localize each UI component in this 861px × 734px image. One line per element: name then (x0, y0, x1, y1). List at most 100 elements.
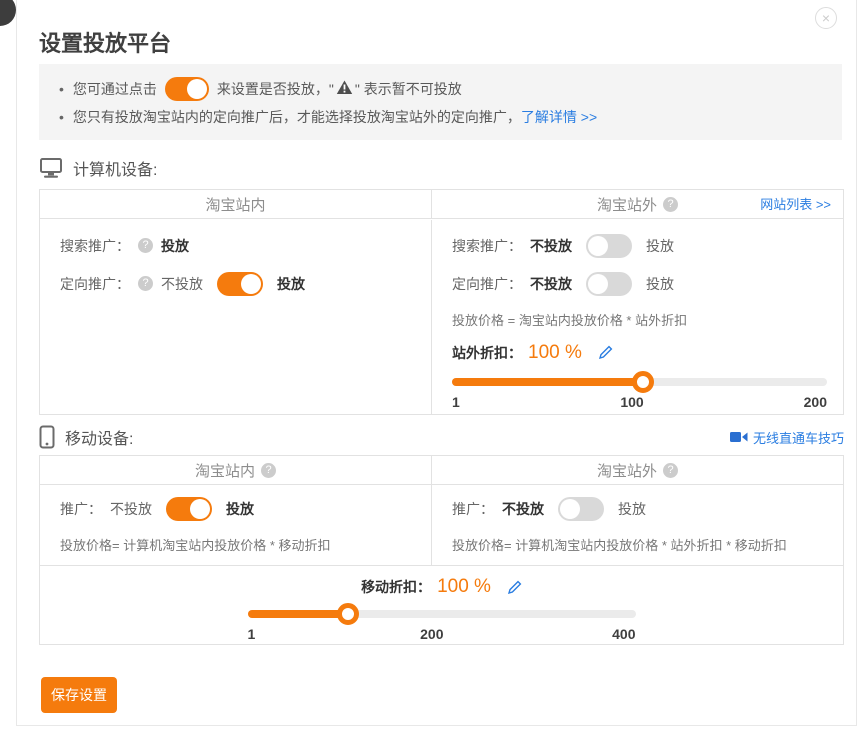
notice1-prefix: 您可通过点击 (73, 79, 157, 99)
site-list-link[interactable]: 网站列表 >> (760, 190, 831, 219)
computer-offsite-header: 淘宝站外 ? 网站列表 >> (432, 190, 843, 219)
notice-line-2: • 您只有投放淘宝站内的定向推广后，才能选择投放淘宝站外的定向推广， 了解详情 … (53, 104, 826, 130)
mobile-discount-value: 100 % (437, 576, 491, 598)
notice-line-1: • 您可通过点击 来设置是否投放，" " 表示暂不可投放 (53, 74, 826, 104)
help-icon[interactable]: ? (138, 238, 153, 253)
screen: 设置投放平台 × • 您可通过点击 来设置是否投放，" " 表示暂不可投放 • … (0, 0, 861, 734)
computer-table: 淘宝站内 淘宝站外 ? 网站列表 >> 搜索推广： ? 投放 定向推广： ? 不… (39, 189, 844, 415)
slider-fill (452, 378, 643, 386)
offsite-discount-value: 100 % (528, 342, 582, 364)
computer-icon (39, 157, 63, 179)
slider-track[interactable] (452, 378, 827, 386)
mobile-discount-label: 移动折扣： (361, 577, 431, 597)
mobile-table: 淘宝站内 ? 淘宝站外 ? 推广： 不投放 投放 投放价格= 计算机淘宝站内投放… (39, 455, 844, 645)
page-title: 设置投放平台 (39, 26, 171, 58)
promo-label: 推广： (452, 499, 494, 519)
scale-min: 1 (248, 626, 256, 642)
notice2-text: 您只有投放淘宝站内的定向推广后，才能选择投放淘宝站外的定向推广， (73, 107, 521, 127)
computer-offsite-target-toggle[interactable] (586, 272, 632, 296)
computer-heading-label: 计算机设备: (73, 156, 157, 180)
scale-min: 1 (452, 394, 460, 410)
mobile-discount-row: 移动折扣： 100 % 1 200 400 (40, 565, 843, 646)
wireless-tips-link[interactable]: 无线直通车技巧 (730, 428, 844, 447)
promo-off-label: 不投放 (502, 499, 544, 519)
promo-on-label: 投放 (618, 499, 646, 519)
notice1-suffix: " 表示暂不可投放 (355, 79, 462, 99)
mobile-onsite-promo-toggle[interactable] (166, 497, 212, 521)
header-label: 淘宝站内 (205, 194, 265, 215)
help-icon[interactable]: ? (261, 463, 276, 478)
offsite-discount-slider: 1 100 200 (452, 378, 827, 414)
mobile-onsite-promo-row: 推广： 不投放 投放 (60, 497, 415, 521)
computer-offsite-search-toggle[interactable] (586, 234, 632, 258)
mobile-icon (39, 425, 55, 449)
slider-scale: 1 200 400 (248, 626, 636, 646)
warning-icon (336, 80, 353, 98)
mobile-onsite-header: 淘宝站内 ? (40, 456, 432, 485)
bullet-icon: • (59, 109, 64, 125)
slider-handle[interactable] (632, 371, 654, 393)
edit-pencil-icon[interactable] (598, 345, 613, 360)
toggle-knob (588, 236, 608, 256)
search-on-label: 投放 (646, 236, 674, 256)
set-platform-dialog: 设置投放平台 × • 您可通过点击 来设置是否投放，" " 表示暂不可投放 • … (16, 0, 857, 726)
computer-section-heading: 计算机设备: (39, 156, 157, 180)
mobile-offsite-header: 淘宝站外 ? (432, 456, 843, 485)
header-label: 淘宝站内 (195, 460, 255, 481)
computer-onsite-header: 淘宝站内 (40, 190, 432, 219)
target-promo-label: 定向推广： (60, 274, 130, 294)
search-promo-label: 搜索推广： (60, 236, 130, 256)
onsite-search-row: 搜索推广： ? 投放 (60, 234, 415, 258)
promo-label: 推广： (60, 499, 102, 519)
edit-pencil-icon[interactable] (507, 580, 522, 595)
save-settings-button[interactable]: 保存设置 (41, 677, 117, 713)
computer-onsite-target-toggle[interactable] (217, 272, 263, 296)
target-off-label: 不投放 (530, 274, 572, 294)
mobile-offsite-promo-row: 推广： 不投放 投放 (452, 497, 827, 521)
header-label: 淘宝站外 (597, 460, 657, 481)
promo-off-label: 不投放 (110, 499, 152, 519)
search-off-label: 不投放 (530, 236, 572, 256)
bullet-icon: • (59, 81, 64, 97)
learn-more-link[interactable]: 了解详情 >> (521, 107, 597, 127)
toggle-knob (241, 274, 261, 294)
offsite-discount-line: 站外折扣： 100 % (452, 340, 827, 366)
notice1-middle: 来设置是否投放，" (217, 79, 334, 99)
close-icon[interactable]: × (815, 7, 837, 29)
scale-max: 400 (612, 626, 635, 642)
mobile-offsite-formula: 投放价格= 计算机淘宝站内投放价格 * 站外折扣 * 移动折扣 (452, 537, 827, 555)
wireless-tips-label: 无线直通车技巧 (753, 428, 844, 447)
background-badge-icon (0, 0, 16, 26)
target-off-label: 不投放 (161, 274, 203, 294)
mobile-onsite-formula: 投放价格= 计算机淘宝站内投放价格 * 移动折扣 (60, 537, 415, 555)
offsite-discount-label: 站外折扣： (452, 343, 522, 363)
mobile-offsite-promo-toggle[interactable] (558, 497, 604, 521)
notice-box: • 您可通过点击 来设置是否投放，" " 表示暂不可投放 • 您只有投放淘宝站内… (39, 64, 842, 140)
toggle-knob (187, 79, 207, 99)
target-on-label: 投放 (646, 274, 674, 294)
toggle-knob (190, 499, 210, 519)
scale-mid: 100 (620, 394, 643, 410)
help-icon[interactable]: ? (138, 276, 153, 291)
slider-track[interactable] (248, 610, 636, 618)
toggle-knob (560, 499, 580, 519)
slider-handle[interactable] (337, 603, 359, 625)
toggle-knob (588, 274, 608, 294)
offsite-price-formula: 投放价格 = 淘宝站内投放价格 * 站外折扣 (452, 312, 827, 330)
mobile-section-heading: 移动设备: 无线直通车技巧 (39, 425, 844, 449)
mobile-heading-label: 移动设备: (65, 425, 133, 449)
search-promo-value: 投放 (161, 236, 189, 256)
help-icon[interactable]: ? (663, 197, 678, 212)
mobile-discount-slider: 1 200 400 (248, 610, 636, 646)
offsite-search-row: 搜索推广： 不投放 投放 (452, 234, 827, 258)
computer-offsite-cell: 搜索推广： 不投放 投放 定向推广： 不投放 投放 投放价格 = 淘宝站内投放价… (432, 220, 843, 415)
search-promo-label: 搜索推广： (452, 236, 522, 256)
target-on-label: 投放 (277, 274, 305, 294)
mobile-discount-line: 移动折扣： 100 % (40, 574, 843, 600)
offsite-target-row: 定向推广： 不投放 投放 (452, 272, 827, 296)
sample-toggle[interactable] (165, 77, 209, 101)
mobile-onsite-cell: 推广： 不投放 投放 投放价格= 计算机淘宝站内投放价格 * 移动折扣 (40, 485, 432, 565)
slider-scale: 1 100 200 (452, 394, 827, 414)
help-icon[interactable]: ? (663, 463, 678, 478)
scale-mid: 200 (420, 626, 443, 642)
